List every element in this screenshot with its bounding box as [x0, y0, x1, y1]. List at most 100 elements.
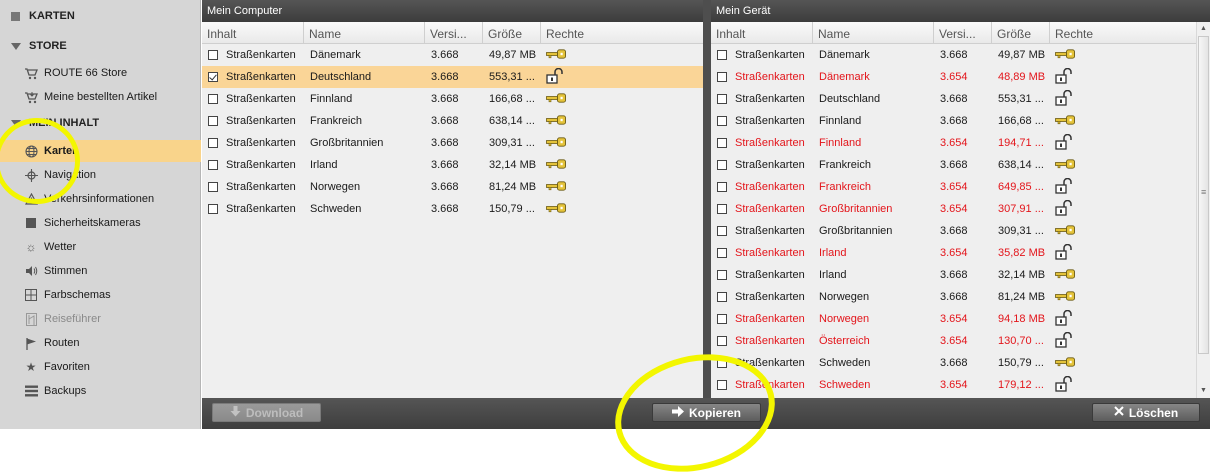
- column-version[interactable]: Versi...: [425, 22, 483, 44]
- table-row[interactable]: Straßenkarten Frankreich 3.668 638,14 ...: [711, 154, 1210, 176]
- section-store[interactable]: STORE: [0, 35, 201, 57]
- table-row[interactable]: Straßenkarten Schweden 3.654 179,12 ...: [711, 374, 1210, 396]
- section-karten[interactable]: KARTEN: [0, 5, 201, 27]
- row-checkbox[interactable]: [717, 160, 727, 170]
- sidebar-item-stimmen[interactable]: Stimmen: [0, 260, 201, 282]
- table-row[interactable]: Straßenkarten Finnland 3.668 166,68 ...: [202, 88, 703, 110]
- sidebar-item-label: Meine bestellten Artikel: [44, 91, 158, 103]
- row-checkbox[interactable]: [717, 94, 727, 104]
- row-checkbox[interactable]: [208, 50, 218, 60]
- table-row[interactable]: Straßenkarten Norwegen 3.668 81,24 MB: [711, 286, 1210, 308]
- row-checkbox[interactable]: [717, 138, 727, 148]
- table-row[interactable]: Straßenkarten Dänemark 3.668 49,87 MB: [711, 44, 1210, 66]
- sidebar-item-verkehrsinformationen[interactable]: Verkehrsinformationen: [0, 188, 201, 210]
- table-row[interactable]: Straßenkarten Deutschland 3.668 553,31 ...: [202, 66, 703, 88]
- column-inhalt[interactable]: Inhalt: [202, 22, 304, 44]
- section-label: MEIN INHALT: [29, 117, 100, 129]
- table-row[interactable]: Straßenkarten Irland 3.668 32,14 MB: [711, 264, 1210, 286]
- row-checkbox[interactable]: [208, 72, 218, 82]
- panel-title: Mein Gerät: [711, 0, 1210, 22]
- vertical-scrollbar[interactable]: ▲ ≡ ▼: [1196, 22, 1210, 398]
- sidebar-item-karten[interactable]: Karten: [0, 140, 201, 162]
- sidebar-item-label: Reiseführer: [44, 313, 101, 325]
- column-name[interactable]: Name: [813, 22, 934, 44]
- cell-size: 49,87 MB: [998, 49, 1046, 61]
- sidebar-item-favoriten[interactable]: ★ Favoriten: [0, 356, 201, 378]
- column-size[interactable]: Größe: [483, 22, 541, 44]
- table-row[interactable]: Straßenkarten Großbritannien 3.668 309,31 .…: [711, 220, 1210, 242]
- row-checkbox[interactable]: [717, 204, 727, 214]
- cell-name: Norwegen: [310, 181, 361, 193]
- download-button[interactable]: Download: [212, 403, 321, 422]
- table-row[interactable]: Straßenkarten Österreich 3.654 130,70 ...: [711, 330, 1210, 352]
- sidebar-item-wetter[interactable]: ☼ Wetter: [0, 236, 201, 258]
- table-row[interactable]: Straßenkarten Großbritannien 3.668 309,31 .…: [202, 132, 703, 154]
- scroll-up-arrow-icon[interactable]: ▲: [1197, 22, 1210, 36]
- scroll-down-arrow-icon[interactable]: ▼: [1197, 384, 1210, 398]
- table-row[interactable]: Straßenkarten Finnland 3.668 166,68 ...: [711, 110, 1210, 132]
- sidebar-item-routen[interactable]: Routen: [0, 332, 201, 354]
- row-checkbox[interactable]: [717, 72, 727, 82]
- table-row[interactable]: Straßenkarten Frankreich 3.668 638,14 ...: [202, 110, 703, 132]
- row-checkbox[interactable]: [208, 204, 218, 214]
- column-rights[interactable]: Rechte: [1050, 22, 1196, 44]
- row-checkbox[interactable]: [208, 138, 218, 148]
- table-row[interactable]: Straßenkarten Irland 3.668 32,14 MB: [202, 154, 703, 176]
- table-row[interactable]: Straßenkarten Irland 3.654 35,82 MB: [711, 242, 1210, 264]
- row-checkbox[interactable]: [208, 160, 218, 170]
- column-inhalt[interactable]: Inhalt: [711, 22, 813, 44]
- row-checkbox[interactable]: [717, 336, 727, 346]
- copy-button[interactable]: Kopieren: [652, 403, 761, 422]
- table-row[interactable]: Straßenkarten Frankreich 3.654 649,85 ...: [711, 176, 1210, 198]
- flag-icon: [24, 336, 38, 350]
- row-checkbox[interactable]: [717, 270, 727, 280]
- sidebar-item-ordered-articles[interactable]: Meine bestellten Artikel: [0, 86, 201, 108]
- delete-button[interactable]: Löschen: [1092, 403, 1200, 422]
- cell-inhalt: Straßenkarten: [735, 93, 805, 105]
- section-label: KARTEN: [29, 10, 75, 22]
- panel-splitter[interactable]: [703, 0, 711, 398]
- sidebar-item-farbschemas[interactable]: Farbschemas: [0, 284, 201, 306]
- sidebar-item-reisefuehrer[interactable]: Reiseführer: [0, 308, 201, 330]
- row-checkbox[interactable]: [717, 358, 727, 368]
- key-icon: [546, 202, 566, 216]
- scrollbar-thumb[interactable]: ≡: [1198, 36, 1209, 354]
- table-row[interactable]: Straßenkarten Norwegen 3.668 81,24 MB: [202, 176, 703, 198]
- sidebar-item-label: ROUTE 66 Store: [44, 67, 128, 79]
- table-row[interactable]: Straßenkarten Finnland 3.654 194,71 ...: [711, 132, 1210, 154]
- row-checkbox[interactable]: [717, 116, 727, 126]
- table-row[interactable]: Straßenkarten Dänemark 3.654 48,89 MB: [711, 66, 1210, 88]
- cart-icon: [24, 66, 38, 80]
- table-row[interactable]: Straßenkarten Norwegen 3.654 94,18 MB: [711, 308, 1210, 330]
- section-mein-inhalt[interactable]: MEIN INHALT: [0, 112, 201, 134]
- table-row[interactable]: Straßenkarten Deutschland 3.668 553,31 ...: [711, 88, 1210, 110]
- row-checkbox[interactable]: [717, 182, 727, 192]
- table-row[interactable]: Straßenkarten Schweden 3.668 150,79 ...: [711, 352, 1210, 374]
- sidebar-item-sicherheitskameras[interactable]: Sicherheitskameras: [0, 212, 201, 234]
- sidebar-item-route66-store[interactable]: ROUTE 66 Store: [0, 62, 201, 84]
- row-checkbox[interactable]: [717, 292, 727, 302]
- cell-name: Finnland: [310, 93, 353, 105]
- row-checkbox[interactable]: [208, 116, 218, 126]
- column-version[interactable]: Versi...: [934, 22, 992, 44]
- row-checkbox[interactable]: [208, 94, 218, 104]
- sidebar-item-navigation[interactable]: Navigation: [0, 164, 201, 186]
- table-header: Inhalt Name Versi... Größe Rechte: [202, 22, 703, 44]
- column-name[interactable]: Name: [304, 22, 425, 44]
- table-row[interactable]: Straßenkarten Schweden 3.668 150,79 ...: [202, 198, 703, 220]
- row-checkbox[interactable]: [717, 380, 727, 390]
- column-rights[interactable]: Rechte: [541, 22, 703, 44]
- table-row[interactable]: Straßenkarten Dänemark 3.668 49,87 MB: [202, 44, 703, 66]
- cell-name: Deutschland: [310, 71, 372, 83]
- column-size[interactable]: Größe: [992, 22, 1050, 44]
- key-icon: [1055, 114, 1075, 128]
- row-checkbox[interactable]: [208, 182, 218, 192]
- key-icon: [1055, 290, 1075, 304]
- row-checkbox[interactable]: [717, 314, 727, 324]
- arrow-right-icon: [671, 405, 684, 420]
- sidebar-item-backups[interactable]: Backups: [0, 380, 201, 402]
- table-row[interactable]: Straßenkarten Großbritannien 3.654 307,91 .…: [711, 198, 1210, 220]
- row-checkbox[interactable]: [717, 248, 727, 258]
- row-checkbox[interactable]: [717, 226, 727, 236]
- row-checkbox[interactable]: [717, 50, 727, 60]
